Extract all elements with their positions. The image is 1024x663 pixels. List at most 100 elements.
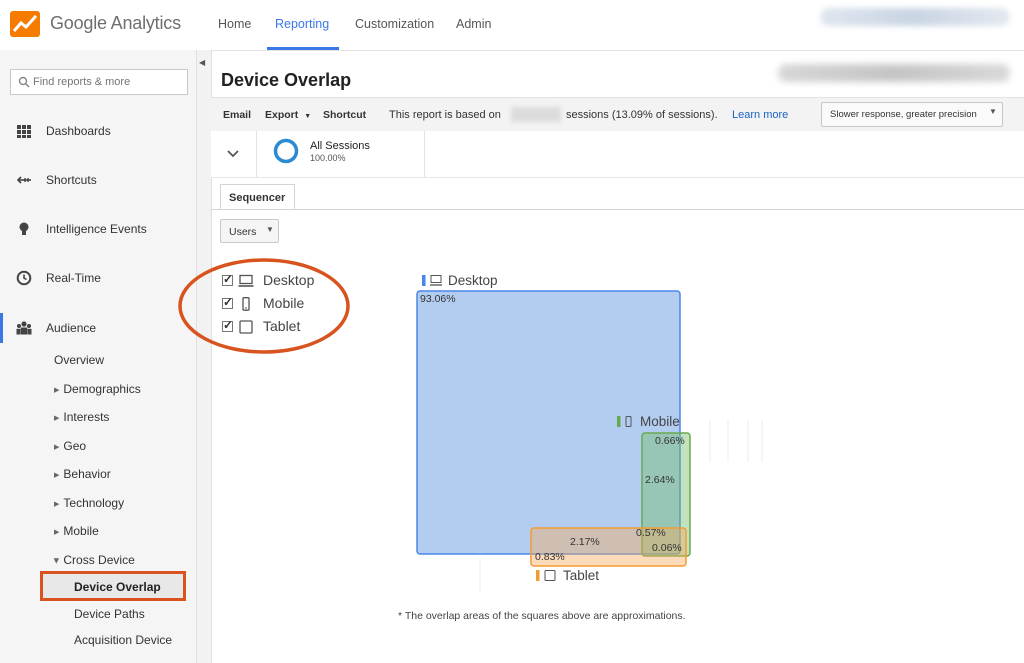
sidebar-item-label: Intelligence Events: [46, 222, 147, 236]
segment-bar: All Sessions 100.00%: [211, 131, 1024, 178]
desktop-legend-label: Desktop: [448, 273, 498, 288]
people-icon: [16, 321, 32, 335]
desktop-only-value: 93.06%: [420, 293, 456, 305]
tab-label: Sequencer: [229, 192, 286, 204]
tablet-icon: [544, 570, 556, 581]
tab-sequencer[interactable]: Sequencer: [220, 184, 295, 210]
precision-label: Slower response, greater precision: [830, 109, 977, 120]
tablet-partial-value: 0.83%: [535, 551, 565, 563]
nav-active-indicator: [267, 47, 339, 50]
sidebar-subitem-label: Demographics: [63, 382, 141, 396]
divider: [256, 131, 257, 177]
sidebar-subitem-label: Behavior: [63, 467, 111, 481]
export-button[interactable]: Export ▼: [265, 109, 311, 121]
sidebar-subitem-label: Cross Device: [63, 553, 135, 567]
shortcut-button[interactable]: Shortcut: [323, 109, 366, 121]
sidebar-item-label: Audience: [46, 321, 97, 335]
sidebar-subitem-interests[interactable]: ▶ Interests: [54, 410, 109, 424]
desktop-mobile-overlap-value: 2.64%: [645, 474, 675, 486]
sampling-note-suffix: sessions (13.09% of sessions).: [566, 109, 718, 121]
segment-ring-icon: [273, 138, 299, 164]
lightbulb-icon: [19, 222, 29, 235]
report-toolbar: Email Export ▼ Shortcut This report is b…: [211, 97, 1024, 133]
expand-arrow-icon: ▶: [54, 387, 60, 394]
chevron-down-icon[interactable]: [219, 141, 247, 167]
chart-footnote: * The overlap areas of the squares above…: [398, 610, 686, 622]
annotation-oval: [178, 258, 350, 354]
sidebar-item-shortcuts[interactable]: Shortcuts: [0, 165, 196, 195]
device-overlap-chart: Desktop 93.06% Mobile 0.66% 2.64% Tablet…: [416, 273, 763, 592]
nav-admin[interactable]: Admin: [456, 17, 491, 31]
export-label: Export: [265, 109, 299, 121]
sidebar-item-label: Dashboards: [46, 124, 111, 138]
sidebar-item-dashboards[interactable]: Dashboards: [0, 116, 196, 146]
sidebar-item-intelligence-events[interactable]: Intelligence Events: [0, 214, 196, 244]
search-box[interactable]: [10, 69, 188, 95]
date-range-picker[interactable]: [778, 64, 1010, 82]
clock-icon: [16, 270, 32, 286]
sidebar-item-real-time[interactable]: Real-Time: [0, 263, 196, 293]
sidebar-subitem-device-overlap[interactable]: Device Overlap: [40, 571, 186, 601]
sidebar-subitem-demographics[interactable]: ▶ Demographics: [54, 382, 141, 396]
divider: [424, 131, 425, 177]
nav-reporting[interactable]: Reporting: [275, 17, 329, 31]
sidebar-subitem-label: Interests: [63, 410, 110, 424]
mobile-legend-label: Mobile: [640, 414, 680, 429]
dashboards-grid-icon: [17, 125, 31, 138]
sidebar-item-label: Shortcuts: [46, 173, 97, 187]
sidebar-subitem-behavior[interactable]: ▶ Behavior: [54, 467, 111, 481]
segment-percent: 100.00%: [310, 153, 346, 163]
metric-label: Users: [229, 226, 257, 238]
metric-dropdown[interactable]: Users ▼: [220, 219, 279, 243]
product-name: Google Analytics: [50, 13, 181, 33]
sidebar-subitem-label: Geo: [63, 439, 87, 453]
logo[interactable]: Google Analytics: [10, 9, 210, 41]
sidebar-subitem-label: Mobile: [63, 524, 99, 538]
top-bar: Google Analytics Home Reporting Customiz…: [0, 0, 1024, 51]
tablet-only-value: 0.06%: [652, 542, 682, 554]
tablet-legend-swatch: [536, 570, 540, 581]
chevron-down-icon: ▼: [304, 113, 312, 120]
nav-customization[interactable]: Customization: [355, 17, 434, 31]
precision-dropdown[interactable]: Slower response, greater precision ▼: [821, 102, 1003, 127]
sidebar-item-label: Real-Time: [46, 271, 101, 285]
expand-arrow-icon: ▶: [54, 501, 60, 508]
sidebar-subitem-mobile[interactable]: ▶ Mobile: [54, 524, 99, 538]
search-icon: [18, 76, 30, 88]
redacted-session-count: [511, 107, 561, 122]
segment-name[interactable]: All Sessions: [310, 140, 370, 152]
analytics-logo-icon: [10, 11, 40, 37]
collapse-arrow-icon: ◀: [199, 58, 206, 67]
expand-arrow-icon: ▶: [54, 472, 60, 479]
collapse-arrow-icon: ▶: [52, 558, 60, 564]
sidebar-subitem-geo[interactable]: ▶ Geo: [54, 439, 86, 453]
shortcuts-arrow-icon: [16, 176, 31, 184]
desktop-icon: [430, 275, 442, 286]
sidebar-subitem-cross-device[interactable]: ▶ Cross Device: [52, 553, 135, 567]
search-input[interactable]: [33, 71, 183, 93]
three-way-overlap-value: 0.57%: [636, 527, 666, 539]
sidebar-subitem-technology[interactable]: ▶ Technology: [54, 496, 124, 510]
sidebar-subitem-overview[interactable]: Overview: [54, 353, 104, 367]
sampling-note: This report is based on: [389, 109, 501, 121]
mobile-legend-swatch: [617, 416, 621, 427]
tablet-legend-label: Tablet: [563, 568, 599, 583]
expand-arrow-icon: ▶: [54, 415, 60, 422]
expand-arrow-icon: ▶: [54, 444, 60, 451]
nav-home[interactable]: Home: [218, 17, 251, 31]
sidebar-subitem-acquisition-device[interactable]: Acquisition Device: [74, 633, 172, 647]
tab-divider: [211, 209, 1024, 210]
desktop-legend-swatch: [422, 275, 426, 286]
sidebar-subitem-device-paths[interactable]: Device Paths: [74, 607, 145, 621]
desktop-tablet-overlap-value: 2.17%: [570, 536, 600, 548]
account-menu[interactable]: [820, 8, 1010, 26]
email-button[interactable]: Email: [223, 109, 251, 121]
sidebar-collapse-handle[interactable]: ◀: [196, 50, 212, 663]
page-title: Device Overlap: [221, 70, 352, 90]
sidebar-item-audience[interactable]: Audience: [0, 313, 196, 343]
mobile-only-value: 0.66%: [655, 435, 685, 447]
learn-more-link[interactable]: Learn more: [732, 109, 788, 121]
sidebar-subitem-label: Technology: [63, 496, 125, 510]
chevron-down-icon: ▼: [989, 107, 997, 116]
expand-arrow-icon: ▶: [54, 529, 60, 536]
